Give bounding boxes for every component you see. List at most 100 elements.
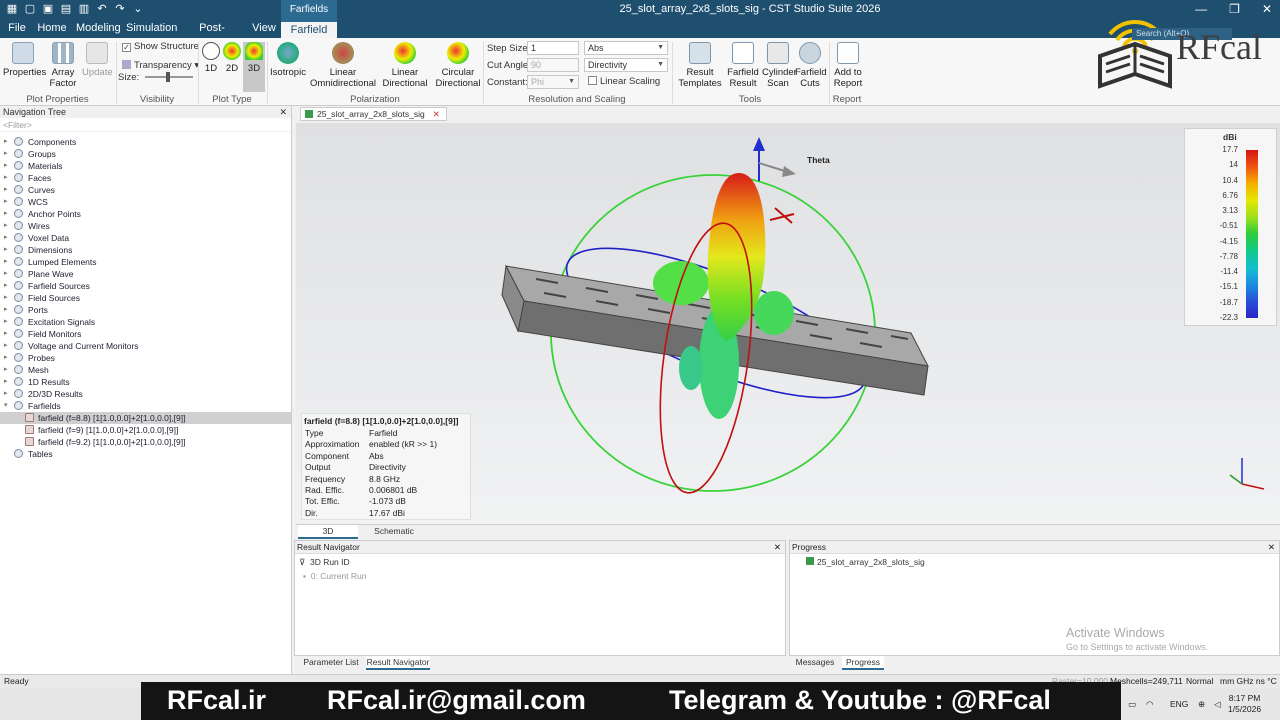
tab-home[interactable]: Home: [36, 20, 68, 38]
result-navigator-row[interactable]: ▪ 0: Current Run: [303, 571, 367, 581]
constant-select[interactable]: Phi ▼: [527, 75, 579, 89]
cut-angle-input[interactable]: 90: [527, 58, 579, 72]
tree-item[interactable]: ▸ Dimensions: [0, 244, 291, 256]
linear-directional-button[interactable]: Linear Directional: [380, 42, 430, 89]
chat-icon[interactable]: ▭: [1128, 699, 1136, 710]
expand-icon[interactable]: ▸: [4, 172, 8, 184]
properties-button[interactable]: Properties: [3, 42, 46, 78]
tab-file[interactable]: File: [4, 20, 30, 38]
farfield-cuts-button[interactable]: Farfield Cuts: [795, 42, 827, 89]
tab-view[interactable]: View: [252, 20, 276, 38]
tree-item[interactable]: ▸ Components: [0, 136, 291, 148]
tree-item[interactable]: ▸ Wires: [0, 220, 291, 232]
tree-item[interactable]: ▾ Farfields: [0, 400, 291, 412]
tree-item[interactable]: ▸ Field Monitors: [0, 328, 291, 340]
tree-item[interactable]: ▸ Plane Wave: [0, 268, 291, 280]
expand-icon[interactable]: ▸: [4, 316, 8, 328]
tree-item[interactable]: ▸ Field Sources: [0, 292, 291, 304]
array-factor-button[interactable]: Array Factor: [46, 42, 80, 89]
tree-item[interactable]: ▸ Excitation Signals: [0, 316, 291, 328]
tab-3d[interactable]: 3D: [298, 525, 358, 539]
tab-parameter-list[interactable]: Parameter List: [298, 656, 364, 670]
plot-2d-button[interactable]: 2D: [222, 42, 242, 74]
tab-post-processing[interactable]: Post-Processing: [180, 20, 244, 51]
tab-modeling[interactable]: Modeling: [76, 20, 121, 38]
tree-item[interactable]: ▸ Curves: [0, 184, 291, 196]
show-structure-checkbox[interactable]: ✓ Show Structure: [122, 41, 199, 52]
taskbar-clock[interactable]: 8:17 PM 1/5/2026: [1228, 693, 1261, 715]
tree-item[interactable]: ▸ Anchor Points: [0, 208, 291, 220]
add-to-report-button[interactable]: Add to Report: [832, 42, 864, 89]
tab-messages[interactable]: Messages: [794, 656, 836, 670]
expand-icon[interactable]: ▸: [4, 232, 8, 244]
tree-item[interactable]: ▸ Mesh: [0, 364, 291, 376]
tree-item[interactable]: ▸ Materials: [0, 160, 291, 172]
isotropic-button[interactable]: Isotropic: [270, 42, 306, 78]
progress-item[interactable]: 25_slot_array_2x8_slots_sig: [806, 557, 925, 567]
cylinder-scan-button[interactable]: Cylinder Scan: [762, 42, 797, 89]
plot-1d-button[interactable]: 1D: [201, 42, 221, 74]
tab-farfield-plot[interactable]: Farfield Plot: [281, 20, 337, 53]
expand-icon[interactable]: ▸: [4, 148, 8, 160]
app-menu-icon[interactable]: ▦: [6, 3, 18, 15]
tab-schematic[interactable]: Schematic: [362, 525, 426, 539]
tree-item-farfield-result[interactable]: ▸farfield (f=9) [1[1.0,0.0]+2[1.0,0.0],[…: [0, 424, 291, 436]
tree-item[interactable]: Tables: [0, 448, 291, 460]
tree-filter-input[interactable]: <Filter>: [0, 118, 291, 132]
expand-icon[interactable]: ▸: [4, 220, 8, 232]
expand-icon[interactable]: ▸: [4, 340, 8, 352]
step-size-input[interactable]: 1: [527, 41, 579, 55]
new-icon[interactable]: ▢: [24, 3, 36, 15]
tab-progress[interactable]: Progress: [842, 656, 884, 670]
expand-icon[interactable]: ▸: [4, 304, 8, 316]
expand-icon[interactable]: ▸: [4, 160, 8, 172]
tab-result-navigator[interactable]: Result Navigator: [366, 656, 430, 670]
tree-item[interactable]: ▸ Ports: [0, 304, 291, 316]
tree-item[interactable]: ▸ Groups: [0, 148, 291, 160]
transparency-control[interactable]: Transparency ▾: [122, 60, 199, 71]
document-tab[interactable]: 25_slot_array_2x8_slots_sig ✕: [300, 107, 447, 121]
tree-item[interactable]: ▸ Farfield Sources: [0, 280, 291, 292]
expand-icon[interactable]: ▸: [4, 292, 8, 304]
qat-more-icon[interactable]: ⌄: [132, 3, 144, 15]
save-icon[interactable]: ▣: [42, 3, 54, 15]
expand-icon[interactable]: ▸: [4, 196, 8, 208]
expand-icon[interactable]: ▸: [4, 256, 8, 268]
close-icon[interactable]: ✕: [774, 541, 781, 554]
tab-simulation[interactable]: Simulation: [126, 20, 177, 38]
expand-icon[interactable]: ▸: [4, 280, 8, 292]
tree-item[interactable]: ▸ WCS: [0, 196, 291, 208]
tree-item[interactable]: ▸ Probes: [0, 352, 291, 364]
redo-icon[interactable]: ↷: [114, 3, 126, 15]
expand-icon[interactable]: ▸: [4, 376, 8, 388]
expand-icon[interactable]: ▸: [4, 388, 8, 400]
close-tab-icon[interactable]: ✕: [433, 109, 440, 119]
tree-item[interactable]: ▸ 1D Results: [0, 376, 291, 388]
expand-icon[interactable]: ▸: [4, 364, 8, 376]
expand-icon[interactable]: ▸: [4, 136, 8, 148]
output-select[interactable]: Directivity ▼: [584, 58, 668, 72]
close-icon[interactable]: ✕: [279, 106, 287, 118]
status-units[interactable]: mm GHz ns °C: [1220, 675, 1277, 688]
circular-directional-button[interactable]: Circular Directional: [434, 42, 482, 89]
language-indicator[interactable]: ENG: [1170, 699, 1188, 709]
tree-item-farfield-result[interactable]: ▸farfield (f=9.2) [1[1.0,0.0]+2[1.0,0.0]…: [0, 436, 291, 448]
expand-icon[interactable]: ▸: [4, 208, 8, 220]
linear-scaling-checkbox[interactable]: Linear Scaling: [588, 76, 660, 87]
close-icon[interactable]: ✕: [1268, 541, 1275, 554]
volume-icon[interactable]: ◁: [1214, 699, 1221, 710]
filter-icon[interactable]: ⊽: [299, 557, 305, 567]
linear-omnidirectional-button[interactable]: Linear Omnidirectional: [310, 42, 376, 89]
plot-3d-button[interactable]: 3D: [243, 42, 265, 92]
tree-item[interactable]: ▸ 2D/3D Results: [0, 388, 291, 400]
expand-icon[interactable]: ▸: [4, 244, 8, 256]
status-normal[interactable]: Normal: [1186, 675, 1213, 688]
farfield-result-button[interactable]: Farfield Result: [726, 42, 760, 89]
result-templates-button[interactable]: Result Templates: [678, 42, 722, 89]
expand-icon[interactable]: ▾: [4, 400, 8, 412]
print-icon[interactable]: ▥: [78, 3, 90, 15]
globe-icon[interactable]: ⊕: [1198, 699, 1205, 710]
expand-icon[interactable]: ▸: [4, 352, 8, 364]
expand-icon[interactable]: ▸: [4, 268, 8, 280]
undo-icon[interactable]: ↶: [96, 3, 108, 15]
